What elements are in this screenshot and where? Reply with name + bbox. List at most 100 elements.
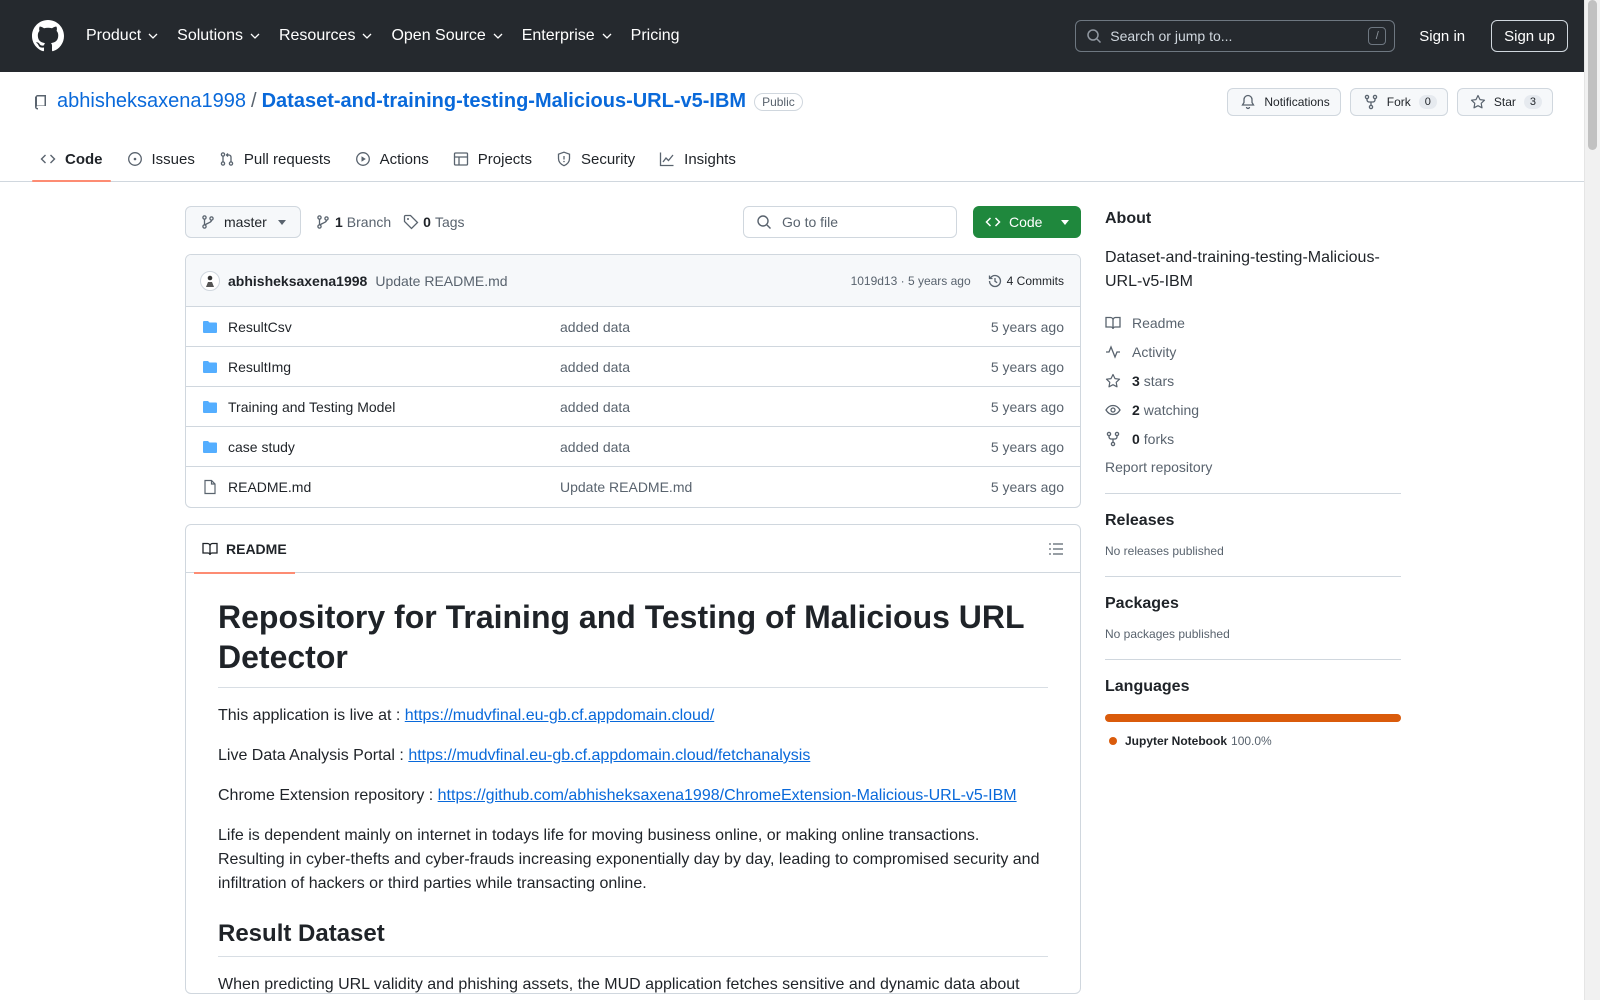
fork-label: Fork <box>1386 95 1411 109</box>
nav-solutions[interactable]: Solutions <box>177 27 261 45</box>
commit-author-link[interactable]: abhisheksaxena1998 <box>228 273 367 289</box>
branches-link[interactable]: 1 Branch <box>315 214 391 230</box>
file-name-link[interactable]: ResultImg <box>228 359 560 375</box>
readme-tab-label: README <box>226 540 287 557</box>
search-input[interactable]: Search or jump to... / <box>1075 20 1396 52</box>
fork-icon <box>1364 94 1377 110</box>
file-commit-message[interactable]: added data <box>560 319 630 335</box>
file-name-link[interactable]: README.md <box>228 479 560 495</box>
chrome-extension-link[interactable]: https://github.com/abhisheksaxena1998/Ch… <box>438 787 1017 804</box>
nav-label: Product <box>86 27 142 44</box>
repo-name-link[interactable]: Dataset-and-training-testing-Malicious-U… <box>262 90 746 113</box>
watching-link[interactable]: 2 watching <box>1105 395 1401 424</box>
table-row[interactable]: ResultCsv added data 5 years ago <box>186 307 1080 347</box>
file-name-link[interactable]: case study <box>228 439 560 455</box>
file-commit-message[interactable]: added data <box>560 439 630 455</box>
tab-insights[interactable]: Insights <box>651 140 744 178</box>
tab-label: Actions <box>379 150 429 168</box>
releases-title[interactable]: Releases <box>1105 512 1401 530</box>
folder-icon <box>203 360 217 373</box>
tags-link[interactable]: 0 Tags <box>403 214 465 230</box>
list-outline-icon[interactable] <box>1048 541 1064 557</box>
fork-button[interactable]: Fork 0 <box>1349 88 1448 116</box>
branch-icon <box>317 215 329 229</box>
avatar[interactable] <box>200 270 220 291</box>
activity-link[interactable]: Activity <box>1105 337 1401 366</box>
repo-path-separator: / <box>251 90 257 112</box>
nav-enterprise[interactable]: Enterprise <box>522 27 613 45</box>
repo-sidebar: About Dataset-and-training-testing-Malic… <box>1105 210 1401 748</box>
tag-label: Tags <box>434 214 465 230</box>
code-dropdown-button[interactable]: Code <box>973 206 1081 238</box>
readme-panel: README Repository for Training and Testi… <box>185 524 1081 994</box>
table-row[interactable]: Training and Testing Model added data 5 … <box>186 387 1080 427</box>
stars-label: stars <box>1143 372 1175 389</box>
packages-title[interactable]: Packages <box>1105 595 1401 613</box>
repo-title: abhisheksaxena1998 / Dataset-and-trainin… <box>33 90 803 113</box>
analysis-portal-link[interactable]: https://mudvfinal.eu-gb.cf.appdomain.clo… <box>408 747 810 764</box>
file-commit-message[interactable]: added data <box>560 399 630 415</box>
commit-message-link[interactable]: Update README.md <box>375 273 507 289</box>
table-icon <box>453 152 468 166</box>
file-commit-message[interactable]: added data <box>560 359 630 375</box>
nav-label: Pricing <box>630 27 680 44</box>
book-icon <box>202 542 218 555</box>
commits-label: 4 Commits <box>1006 273 1064 288</box>
notifications-button[interactable]: Notifications <box>1227 88 1341 116</box>
table-row[interactable]: ResultImg added data 5 years ago <box>186 347 1080 387</box>
sign-up-button[interactable]: Sign up <box>1491 20 1568 52</box>
app-link[interactable]: https://mudvfinal.eu-gb.cf.appdomain.clo… <box>405 707 715 724</box>
file-date: 5 years ago <box>990 358 1064 375</box>
commit-hash-date[interactable]: 1019d13 · 5 years ago <box>851 274 971 288</box>
caret-down-icon <box>278 219 286 225</box>
branch-select-button[interactable]: master <box>185 206 301 238</box>
language-item[interactable]: Jupyter Notebook 100.0% <box>1105 734 1401 748</box>
history-icon <box>988 274 1001 287</box>
tab-actions[interactable]: Actions <box>347 140 437 178</box>
nav-pricing[interactable]: Pricing <box>631 27 680 45</box>
tab-pull-requests[interactable]: Pull requests <box>211 140 339 178</box>
repo-header: abhisheksaxena1998 / Dataset-and-trainin… <box>0 72 1600 182</box>
readme-paragraph: Chrome Extension repository : https://gi… <box>218 784 1048 808</box>
readme-title: Repository for Training and Testing of M… <box>218 597 1048 688</box>
file-name-link[interactable]: Training and Testing Model <box>228 399 560 415</box>
tab-projects[interactable]: Projects <box>445 140 540 178</box>
sign-in-link[interactable]: Sign in <box>1419 28 1465 45</box>
chevron-down-icon <box>602 33 612 39</box>
bell-icon <box>1241 94 1256 110</box>
nav-product[interactable]: Product <box>86 27 159 45</box>
packages-empty-text: No packages published <box>1105 627 1230 641</box>
table-row[interactable]: README.md Update README.md 5 years ago <box>186 467 1080 507</box>
go-to-file-placeholder: Go to file <box>782 214 839 230</box>
scrollbar-thumb[interactable] <box>1588 0 1597 150</box>
readme-link[interactable]: Readme <box>1105 308 1401 337</box>
branch-name: master <box>224 214 267 230</box>
tab-issues[interactable]: Issues <box>119 140 203 178</box>
nav-open-source[interactable]: Open Source <box>391 27 503 45</box>
tab-code[interactable]: Code <box>32 140 111 182</box>
stars-link[interactable]: 3 stars <box>1105 366 1401 395</box>
tab-label: Code <box>65 150 103 168</box>
tab-readme[interactable]: README <box>194 525 295 574</box>
github-logo-icon[interactable] <box>32 20 64 52</box>
nav-resources[interactable]: Resources <box>279 27 373 45</box>
repo-owner-link[interactable]: abhisheksaxena1998 <box>57 90 246 113</box>
tab-label: Issues <box>151 150 195 168</box>
tab-security[interactable]: Security <box>548 140 643 178</box>
repo-tabs: Code Issues Pull requests Actions Projec… <box>32 140 752 182</box>
divider <box>1105 659 1401 660</box>
folder-icon <box>203 440 217 453</box>
commits-link[interactable]: 4 Commits <box>987 273 1064 289</box>
readme-paragraph: When predicting URL validity and phishin… <box>218 976 1020 993</box>
folder-icon <box>203 400 217 413</box>
file-name-link[interactable]: ResultCsv <box>228 319 560 335</box>
forks-link[interactable]: 0 forks <box>1105 424 1401 453</box>
report-repository-link[interactable]: Report repository <box>1105 459 1401 475</box>
vertical-scrollbar[interactable] <box>1584 0 1600 1000</box>
file-commit-message[interactable]: Update README.md <box>560 479 692 495</box>
go-to-file-input[interactable]: Go to file <box>743 206 957 238</box>
table-row[interactable]: case study added data 5 years ago <box>186 427 1080 467</box>
code-icon <box>40 154 56 164</box>
star-button[interactable]: Star 3 <box>1456 88 1553 116</box>
latest-commit: abhisheksaxena1998 Update README.md 1019… <box>186 255 1080 307</box>
